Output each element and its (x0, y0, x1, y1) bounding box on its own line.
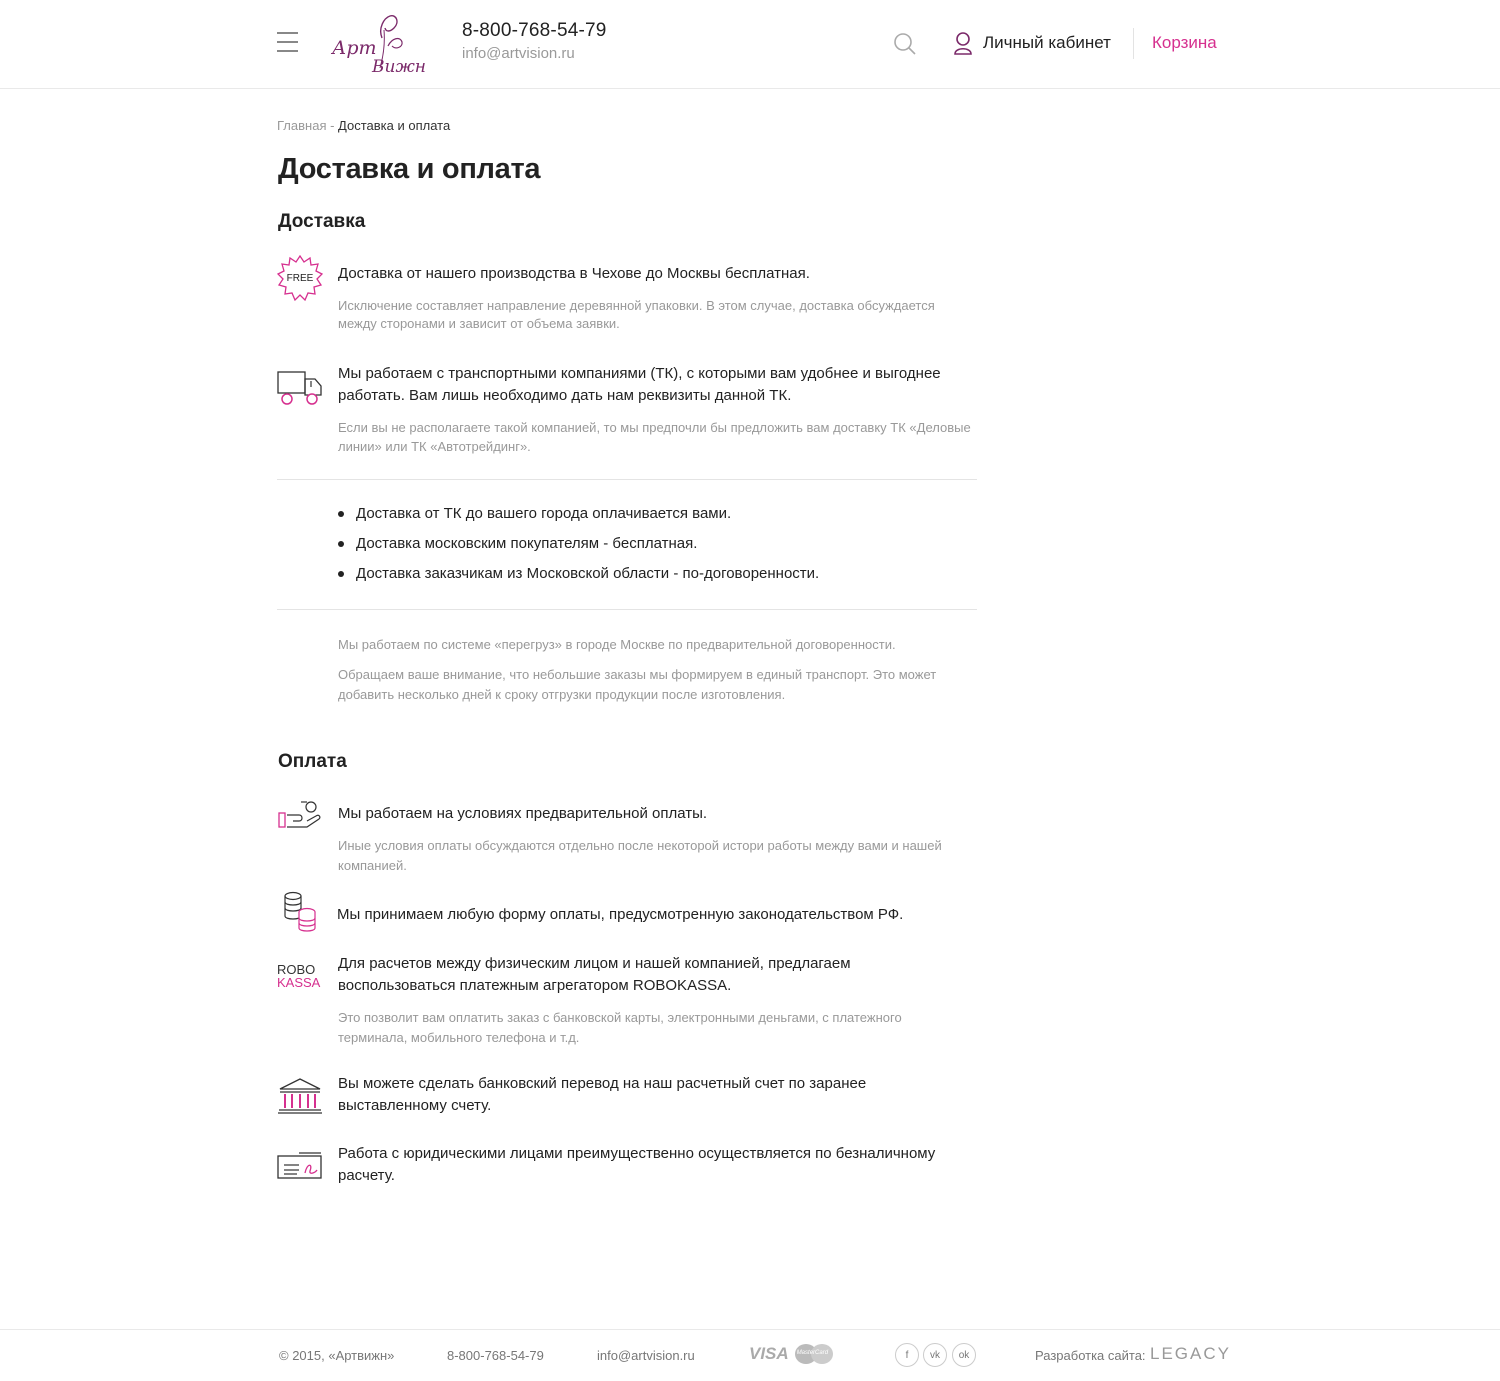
divider (277, 479, 977, 480)
delivery-tk-text-1: Мы работаем с транспортными компаниями (… (338, 365, 941, 382)
delivery-tk-text-2: работать. Вам лишь необходимо дать нам р… (338, 387, 792, 404)
divider (277, 609, 977, 610)
payment-robokassa-text-1: Для расчетов между физическим лицом и на… (338, 955, 851, 972)
site-logo[interactable]: Арт Вижн (330, 10, 430, 77)
account-link[interactable]: Личный кабинет (953, 30, 1111, 56)
visa-logo: VISA (749, 1344, 789, 1363)
breadcrumb-current: Доставка и оплата (338, 118, 451, 133)
odnoklassniki-icon[interactable]: ok (952, 1343, 976, 1367)
delivery-note-2-line-1: Обращаем ваше внимание, что небольшие за… (338, 667, 937, 682)
developer-logo[interactable]: LEGACY (1150, 1344, 1231, 1364)
delivery-note-2-line-2: добавить несколько дней к сроку отгрузки… (338, 687, 786, 702)
cart-link[interactable]: Корзина (1152, 33, 1217, 53)
delivery-free-sub-2: между сторонами и зависит от объема заяв… (338, 316, 620, 331)
breadcrumb-separator: - (326, 118, 339, 133)
payment-item-robokassa: ROBO KASSA Для расчетов между физическим… (277, 953, 977, 1053)
delivery-tk-sub-1: Если вы не располагаете такой компанией,… (338, 420, 971, 435)
check-document-icon (277, 1151, 323, 1197)
payment-bank-text-2: выставленному счету. (338, 1097, 492, 1114)
payment-bank-text-1: Вы можете сделать банковский перевод на … (338, 1075, 867, 1092)
list-item: Доставка московским покупателям - беспла… (338, 533, 819, 563)
account-label: Личный кабинет (983, 33, 1111, 52)
payment-item-prepay: Мы работаем на условиях предварительной … (277, 801, 977, 878)
user-icon (954, 32, 972, 55)
header-phone[interactable]: 8-800-768-54-79 (462, 20, 607, 42)
payment-cashless-text-1: Работа с юридическими лицами преимуществ… (338, 1145, 936, 1162)
payment-robokassa-text-2: воспользоваться платежным агрегатором RO… (338, 977, 732, 994)
payment-prepay-sub-2: компанией. (338, 858, 407, 873)
header-email[interactable]: info@artvision.ru (462, 45, 575, 62)
delivery-item-tk: Мы работаем с транспортными компаниями (… (277, 363, 977, 463)
robokassa-logo: ROBO KASSA (277, 962, 323, 1009)
vk-icon[interactable]: vk (923, 1343, 947, 1367)
breadcrumb: Главная - Доставка и оплата (277, 118, 450, 133)
free-badge-icon: FREE (276, 254, 324, 302)
payment-robokassa-sub-1: Это позволит вам оплатить заказ с банков… (338, 1010, 902, 1025)
footer-copyright: © 2015, «Артвижн» (279, 1348, 395, 1363)
list-item: Доставка заказчикам из Московской област… (338, 563, 819, 593)
site-footer: © 2015, «Артвижн» 8-800-768-54-79 info@a… (0, 1329, 1500, 1381)
page-title: Доставка и оплата (278, 153, 541, 185)
payment-prepay-sub-1: Иные условия оплаты обсуждаются отдельно… (338, 838, 942, 853)
mastercard-logo: MasterCard (794, 1344, 835, 1364)
payment-logos: VISA MasterCard (749, 1344, 835, 1364)
truck-icon (277, 369, 323, 415)
payment-robokassa-sub-2: терминала, мобильного телефона и т.д. (338, 1030, 580, 1045)
payment-item-bank: Вы можете сделать банковский перевод на … (277, 1073, 977, 1123)
payment-forms-text: Мы принимаем любую форму оплаты, предусм… (337, 906, 904, 923)
payment-prepay-text: Мы работаем на условиях предварительной … (338, 805, 708, 822)
svg-text:KASSA: KASSA (277, 975, 321, 989)
payment-title: Оплата (278, 751, 347, 772)
payment-cashless-text-2: расчету. (338, 1167, 395, 1184)
svg-text:Вижн: Вижн (371, 57, 426, 74)
delivery-tk-sub-2: линии» или ТК «Автотрейдинг». (338, 439, 531, 454)
delivery-free-text: Доставка от нашего производства в Чехове… (338, 265, 810, 282)
delivery-item-free: FREE Доставка от нашего производства в Ч… (276, 254, 977, 345)
svg-text:Арт: Арт (330, 37, 377, 59)
facebook-icon[interactable]: f (895, 1343, 919, 1367)
delivery-title: Доставка (278, 211, 366, 232)
hand-cash-icon (277, 799, 323, 845)
breadcrumb-home[interactable]: Главная (277, 118, 326, 133)
payment-item-cashless: Работа с юридическими лицами преимуществ… (277, 1143, 977, 1193)
delivery-bullet-list: Доставка от ТК до вашего города оплачива… (338, 503, 819, 593)
menu-burger-icon[interactable] (277, 32, 298, 54)
footer-dev-label: Разработка сайта: (1035, 1348, 1146, 1363)
search-icon[interactable] (893, 32, 917, 56)
site-header: Арт Вижн 8-800-768-54-79 info@artvision.… (0, 0, 1500, 89)
bank-icon (277, 1077, 323, 1123)
header-divider (1133, 28, 1134, 59)
footer-phone[interactable]: 8-800-768-54-79 (447, 1348, 544, 1363)
list-item: Доставка от ТК до вашего города оплачива… (338, 503, 819, 533)
payment-item-forms: Мы принимаем любую форму оплаты, предусм… (277, 890, 977, 936)
delivery-note-1: Мы работаем по системе «перегруз» в горо… (338, 637, 896, 652)
svg-text:FREE: FREE (287, 273, 314, 284)
coins-icon (277, 890, 323, 936)
footer-email[interactable]: info@artvision.ru (597, 1348, 695, 1363)
delivery-free-sub-1: Исключение составляет направление деревя… (338, 298, 935, 313)
